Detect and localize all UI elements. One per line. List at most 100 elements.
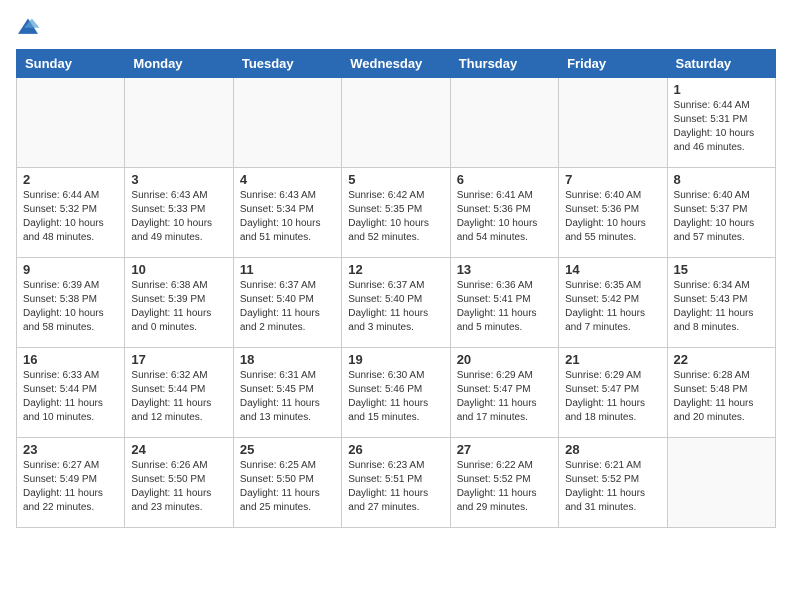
calendar-cell: 13 Sunrise: 6:36 AM Sunset: 5:41 PM Dayli… [450, 258, 558, 348]
day-number: 21 [565, 352, 660, 367]
calendar-cell: 4 Sunrise: 6:43 AM Sunset: 5:34 PM Daylig… [233, 168, 341, 258]
calendar-cell [450, 78, 558, 168]
day-number: 23 [23, 442, 118, 457]
logo-icon [16, 17, 40, 37]
day-info: Sunrise: 6:28 AM Sunset: 5:48 PM Dayligh… [674, 369, 769, 425]
day-info: Sunrise: 6:44 AM Sunset: 5:31 PM Dayligh… [674, 99, 769, 155]
day-number: 16 [23, 352, 118, 367]
day-number: 1 [674, 82, 769, 97]
day-info: Sunrise: 6:36 AM Sunset: 5:41 PM Dayligh… [457, 279, 552, 335]
logo [16, 16, 44, 37]
day-info: Sunrise: 6:39 AM Sunset: 5:38 PM Dayligh… [23, 279, 118, 335]
calendar-cell: 28 Sunrise: 6:21 AM Sunset: 5:52 PM Dayli… [559, 438, 667, 528]
day-number: 8 [674, 172, 769, 187]
day-info: Sunrise: 6:43 AM Sunset: 5:33 PM Dayligh… [131, 189, 226, 245]
day-number: 18 [240, 352, 335, 367]
day-info: Sunrise: 6:43 AM Sunset: 5:34 PM Dayligh… [240, 189, 335, 245]
day-number: 15 [674, 262, 769, 277]
day-number: 10 [131, 262, 226, 277]
day-number: 20 [457, 352, 552, 367]
calendar-cell [125, 78, 233, 168]
calendar-cell [342, 78, 450, 168]
day-info: Sunrise: 6:40 AM Sunset: 5:37 PM Dayligh… [674, 189, 769, 245]
week-row-4: 16 Sunrise: 6:33 AM Sunset: 5:44 PM Dayli… [17, 348, 776, 438]
calendar: SundayMondayTuesdayWednesdayThursdayFrid… [16, 49, 776, 528]
day-info: Sunrise: 6:23 AM Sunset: 5:51 PM Dayligh… [348, 459, 443, 515]
weekday-header-saturday: Saturday [667, 50, 775, 78]
day-info: Sunrise: 6:34 AM Sunset: 5:43 PM Dayligh… [674, 279, 769, 335]
calendar-cell: 8 Sunrise: 6:40 AM Sunset: 5:37 PM Daylig… [667, 168, 775, 258]
calendar-cell [667, 438, 775, 528]
day-info: Sunrise: 6:21 AM Sunset: 5:52 PM Dayligh… [565, 459, 660, 515]
calendar-cell: 1 Sunrise: 6:44 AM Sunset: 5:31 PM Daylig… [667, 78, 775, 168]
calendar-cell: 25Sunrise: 6:25 AM Sunset: 5:50 PM Dayli… [233, 438, 341, 528]
weekday-header-tuesday: Tuesday [233, 50, 341, 78]
calendar-cell [233, 78, 341, 168]
day-info: Sunrise: 6:33 AM Sunset: 5:44 PM Dayligh… [23, 369, 118, 425]
calendar-cell: 15 Sunrise: 6:34 AM Sunset: 5:43 PM Dayli… [667, 258, 775, 348]
day-info: Sunrise: 6:35 AM Sunset: 5:42 PM Dayligh… [565, 279, 660, 335]
day-number: 2 [23, 172, 118, 187]
day-info: Sunrise: 6:37 AM Sunset: 5:40 PM Dayligh… [348, 279, 443, 335]
weekday-header-sunday: Sunday [17, 50, 125, 78]
day-number: 25 [240, 442, 335, 457]
day-info: Sunrise: 6:31 AM Sunset: 5:45 PM Dayligh… [240, 369, 335, 425]
calendar-cell: 10 Sunrise: 6:38 AM Sunset: 5:39 PM Dayli… [125, 258, 233, 348]
calendar-cell: 19 Sunrise: 6:30 AM Sunset: 5:46 PM Dayli… [342, 348, 450, 438]
day-number: 26 [348, 442, 443, 457]
day-number: 4 [240, 172, 335, 187]
calendar-cell [17, 78, 125, 168]
calendar-cell: 21 Sunrise: 6:29 AM Sunset: 5:47 PM Dayli… [559, 348, 667, 438]
day-number: 22 [674, 352, 769, 367]
day-info: Sunrise: 6:29 AM Sunset: 5:47 PM Dayligh… [457, 369, 552, 425]
day-info: Sunrise: 6:40 AM Sunset: 5:36 PM Dayligh… [565, 189, 660, 245]
day-number: 6 [457, 172, 552, 187]
calendar-cell: 26 Sunrise: 6:23 AM Sunset: 5:51 PM Dayli… [342, 438, 450, 528]
day-info: Sunrise: 6:44 AM Sunset: 5:32 PM Dayligh… [23, 189, 118, 245]
calendar-cell: 3 Sunrise: 6:43 AM Sunset: 5:33 PM Daylig… [125, 168, 233, 258]
day-number: 27 [457, 442, 552, 457]
day-info: Sunrise: 6:42 AM Sunset: 5:35 PM Dayligh… [348, 189, 443, 245]
calendar-cell [559, 78, 667, 168]
weekday-header-monday: Monday [125, 50, 233, 78]
calendar-cell: 14 Sunrise: 6:35 AM Sunset: 5:42 PM Dayli… [559, 258, 667, 348]
day-number: 7 [565, 172, 660, 187]
day-info: Sunrise: 6:30 AM Sunset: 5:46 PM Dayligh… [348, 369, 443, 425]
day-info: Sunrise: 6:22 AM Sunset: 5:52 PM Dayligh… [457, 459, 552, 515]
calendar-cell: 24 Sunrise: 6:26 AM Sunset: 5:50 PM Dayli… [125, 438, 233, 528]
week-row-1: 1 Sunrise: 6:44 AM Sunset: 5:31 PM Daylig… [17, 78, 776, 168]
day-number: 11 [240, 262, 335, 277]
calendar-cell: 2 Sunrise: 6:44 AM Sunset: 5:32 PM Daylig… [17, 168, 125, 258]
weekday-header-friday: Friday [559, 50, 667, 78]
day-number: 3 [131, 172, 226, 187]
weekday-header-row: SundayMondayTuesdayWednesdayThursdayFrid… [17, 50, 776, 78]
calendar-cell: 6 Sunrise: 6:41 AM Sunset: 5:36 PM Daylig… [450, 168, 558, 258]
day-number: 13 [457, 262, 552, 277]
calendar-cell: 17Sunrise: 6:32 AM Sunset: 5:44 PM Dayli… [125, 348, 233, 438]
day-info: Sunrise: 6:41 AM Sunset: 5:36 PM Dayligh… [457, 189, 552, 245]
calendar-cell: 5 Sunrise: 6:42 AM Sunset: 5:35 PM Daylig… [342, 168, 450, 258]
calendar-cell: 16 Sunrise: 6:33 AM Sunset: 5:44 PM Dayli… [17, 348, 125, 438]
day-info: Sunrise: 6:26 AM Sunset: 5:50 PM Dayligh… [131, 459, 226, 515]
day-number: 14 [565, 262, 660, 277]
week-row-5: 23 Sunrise: 6:27 AM Sunset: 5:49 PM Dayli… [17, 438, 776, 528]
day-number: 19 [348, 352, 443, 367]
calendar-cell: 22 Sunrise: 6:28 AM Sunset: 5:48 PM Dayli… [667, 348, 775, 438]
day-info: Sunrise: 6:27 AM Sunset: 5:49 PM Dayligh… [23, 459, 118, 515]
calendar-cell: 27 Sunrise: 6:22 AM Sunset: 5:52 PM Dayli… [450, 438, 558, 528]
week-row-3: 9Sunrise: 6:39 AM Sunset: 5:38 PM Daylig… [17, 258, 776, 348]
calendar-cell: 12 Sunrise: 6:37 AM Sunset: 5:40 PM Dayli… [342, 258, 450, 348]
week-row-2: 2 Sunrise: 6:44 AM Sunset: 5:32 PM Daylig… [17, 168, 776, 258]
day-number: 17 [131, 352, 226, 367]
day-number: 12 [348, 262, 443, 277]
day-number: 28 [565, 442, 660, 457]
header [16, 16, 776, 37]
day-info: Sunrise: 6:29 AM Sunset: 5:47 PM Dayligh… [565, 369, 660, 425]
day-number: 24 [131, 442, 226, 457]
day-number: 5 [348, 172, 443, 187]
day-info: Sunrise: 6:38 AM Sunset: 5:39 PM Dayligh… [131, 279, 226, 335]
calendar-cell: 9Sunrise: 6:39 AM Sunset: 5:38 PM Daylig… [17, 258, 125, 348]
weekday-header-wednesday: Wednesday [342, 50, 450, 78]
calendar-cell: 18 Sunrise: 6:31 AM Sunset: 5:45 PM Dayli… [233, 348, 341, 438]
calendar-cell: 7 Sunrise: 6:40 AM Sunset: 5:36 PM Daylig… [559, 168, 667, 258]
